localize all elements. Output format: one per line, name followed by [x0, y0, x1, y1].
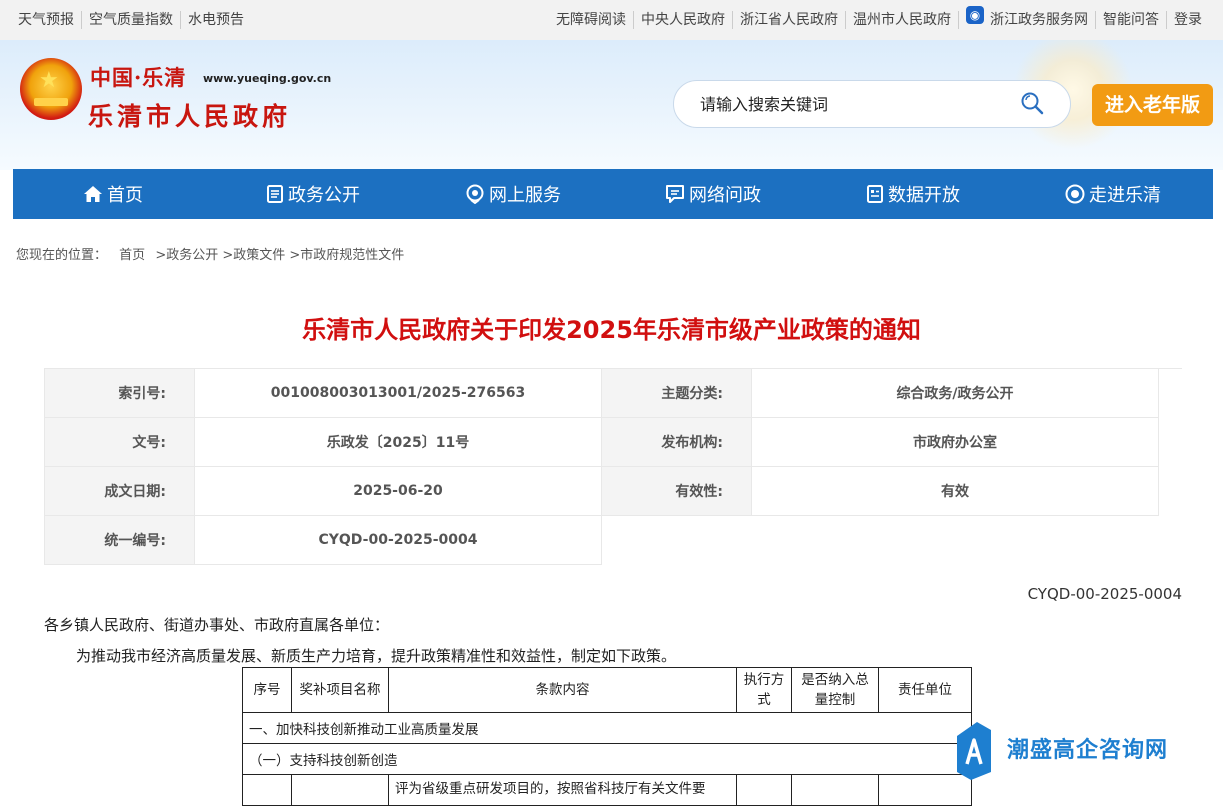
date-label: 成文日期:: [44, 466, 195, 516]
document-code: CYQD-00-2025-0004: [1027, 585, 1182, 603]
docno-label: 文号:: [44, 417, 195, 467]
page-title: 乐清市人民政府关于印发2025年乐清市级产业政策的通知: [302, 316, 921, 344]
breadcrumb-home[interactable]: 首页: [119, 248, 145, 263]
national-emblem-icon: ★: [20, 58, 82, 120]
document-icon: [267, 185, 283, 203]
meta-row: 索引号: 001008003013001/2025-276563 主题分类: 综…: [44, 368, 1159, 418]
search-icon[interactable]: [1020, 91, 1044, 115]
central-gov-link[interactable]: 中央人民政府: [633, 11, 732, 29]
location-icon: [466, 184, 484, 204]
index-label: 索引号:: [44, 368, 195, 418]
logo-url: www.yueqing.gov.cn: [203, 72, 332, 85]
chat-icon: [666, 185, 684, 203]
validity-value: 有效: [751, 466, 1159, 516]
table-row: （一）支持科技创新创造: [242, 743, 972, 775]
nav-home[interactable]: 首页: [13, 169, 213, 219]
date-value: 2025-06-20: [194, 466, 602, 516]
air-quality-link[interactable]: 空气质量指数: [81, 11, 180, 29]
code-value: CYQD-00-2025-0004: [194, 515, 602, 565]
nav-gov-affairs[interactable]: 政务公开: [213, 169, 413, 219]
table-row: 评为省级重点研发项目的，按照省科技厅有关文件要: [242, 774, 972, 806]
table-cell: [791, 774, 879, 806]
breadcrumb-prefix: 您现在的位置：: [16, 248, 108, 263]
table-row: 一、加快科技创新推动工业高质量发展: [242, 712, 972, 744]
nav-gov-affairs-label: 政务公开: [288, 185, 360, 206]
header-total-control: 是否纳入总量控制: [791, 667, 879, 713]
code-label: 统一编号:: [44, 515, 195, 565]
logo-main-text: 乐清市人民政府: [88, 102, 292, 131]
nav-open-data[interactable]: 数据开放: [813, 169, 1013, 219]
intro-text: 为推动我市经济高质量发展、新质生产力培育，提升政策精准性和效益性，制定如下政策。: [76, 647, 677, 665]
breadcrumb: 您现在的位置： 首页 >政务公开 >政策文件 >市政府规范性文件: [16, 244, 404, 263]
top-bar: 天气预报 空气质量指数 水电预告 无障碍阅读 中央人民政府 浙江省人民政府 温州…: [0, 0, 1223, 40]
nav-online-inquiry[interactable]: 网络问政: [613, 169, 813, 219]
zj-service-icon: ◉: [966, 6, 984, 24]
watermark-logo-icon: [957, 722, 991, 780]
meta-row: 成文日期: 2025-06-20 有效性: 有效: [44, 466, 1159, 516]
nav-online-service-label: 网上服务: [489, 185, 561, 206]
smart-qa-link[interactable]: 智能问答: [1095, 11, 1166, 29]
topic-value: 综合政务/政务公开: [751, 368, 1159, 418]
breadcrumb-gov-affairs[interactable]: >政务公开: [155, 248, 218, 263]
document-meta-table: 索引号: 001008003013001/2025-276563 主题分类: 综…: [44, 368, 1159, 565]
header-responsible-unit: 责任单位: [878, 667, 972, 713]
index-value: 001008003013001/2025-276563: [194, 368, 602, 418]
main-nav: 首页 政务公开 网上服务 网络问政 数据开放 走进乐清: [13, 169, 1213, 219]
watermark: 潮盛高企咨询网: [955, 722, 1223, 784]
topic-label: 主题分类:: [601, 368, 752, 418]
logo-top-text: 中国·乐清: [90, 65, 187, 90]
weather-link[interactable]: 天气预报: [18, 11, 81, 29]
org-label: 发布机构:: [601, 417, 752, 467]
policy-table: 序号 奖补项目名称 条款内容 执行方式 是否纳入总量控制 责任单位 一、加快科技…: [242, 667, 972, 806]
nav-online-inquiry-label: 网络问政: [689, 185, 761, 206]
section-heading: 一、加快科技创新推动工业高质量发展: [242, 712, 972, 744]
meta-empty-cell: [601, 515, 1159, 565]
nav-about-yueqing[interactable]: 走进乐清: [1013, 169, 1213, 219]
nav-home-label: 首页: [107, 185, 143, 206]
accessibility-link[interactable]: 无障碍阅读: [556, 11, 633, 29]
greeting-text: 各乡镇人民政府、街道办事处、市政府直属各单位：: [44, 616, 390, 634]
home-icon: [84, 186, 102, 202]
top-bar-right-links: 无障碍阅读 中央人民政府 浙江省人民政府 温州市人民政府 ◉ 浙江政务服务网 智能…: [556, 6, 1209, 29]
login-link[interactable]: 登录: [1166, 11, 1209, 29]
search-input[interactable]: [698, 94, 1002, 115]
zhejiang-gov-link[interactable]: 浙江省人民政府: [732, 11, 845, 29]
top-bar-left-links: 天气预报 空气质量指数 水电预告: [18, 11, 251, 29]
elderly-version-button[interactable]: 进入老年版: [1092, 84, 1213, 126]
table-cell-content: 评为省级重点研发项目的，按照省科技厅有关文件要: [388, 774, 737, 806]
zj-service-link[interactable]: ◉ 浙江政务服务网: [958, 6, 1095, 29]
breadcrumb-normative-docs[interactable]: >市政府规范性文件: [289, 248, 404, 263]
wenzhou-gov-link[interactable]: 温州市人民政府: [845, 11, 958, 29]
header-seq: 序号: [242, 667, 292, 713]
validity-label: 有效性:: [601, 466, 752, 516]
docno-value: 乐政发〔2025〕11号: [194, 417, 602, 467]
zj-service-label: 浙江政务服务网: [990, 12, 1088, 28]
org-value: 市政府办公室: [751, 417, 1159, 467]
nav-about-yueqing-label: 走进乐清: [1089, 185, 1161, 206]
subsection-heading: （一）支持科技创新创造: [242, 743, 972, 775]
policy-table-header: 序号 奖补项目名称 条款内容 执行方式 是否纳入总量控制 责任单位: [242, 667, 972, 713]
table-cell: [736, 774, 792, 806]
nav-online-service[interactable]: 网上服务: [413, 169, 613, 219]
meta-row: 统一编号: CYQD-00-2025-0004: [44, 515, 1159, 565]
header-item-name: 奖补项目名称: [291, 667, 389, 713]
eye-icon: [1065, 184, 1085, 204]
nav-open-data-label: 数据开放: [888, 185, 960, 206]
table-cell: [242, 774, 292, 806]
table-cell: [291, 774, 389, 806]
breadcrumb-policy-docs[interactable]: >政策文件: [222, 248, 285, 263]
utility-notice-link[interactable]: 水电预告: [180, 11, 251, 29]
header-method: 执行方式: [736, 667, 792, 713]
site-header: ★ 中国·乐清 www.yueqing.gov.cn 乐清市人民政府 进入老年版: [0, 40, 1223, 170]
data-icon: [867, 185, 883, 203]
meta-row: 文号: 乐政发〔2025〕11号 发布机构: 市政府办公室: [44, 417, 1159, 467]
watermark-text: 潮盛高企咨询网: [1007, 738, 1169, 763]
header-content: 条款内容: [388, 667, 737, 713]
search-box: [673, 80, 1071, 128]
